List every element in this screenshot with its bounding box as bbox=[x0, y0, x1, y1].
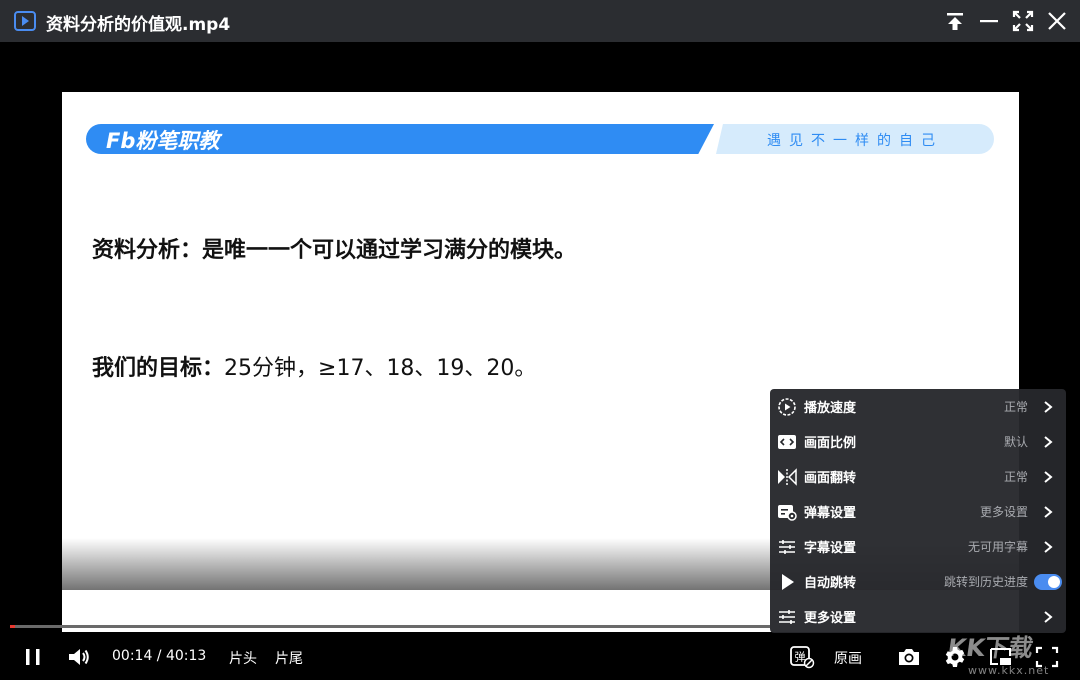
current-time: 00:14 bbox=[112, 648, 153, 664]
menu-value: 跳转到历史进度 bbox=[943, 575, 1028, 589]
more-settings-icon bbox=[779, 609, 795, 624]
danmaku-off-icon: 弹 bbox=[790, 646, 815, 669]
menu-value: 更多设置 bbox=[979, 505, 1028, 519]
menu-item-aspect-ratio[interactable]: 画面比例 默认 bbox=[770, 424, 1066, 459]
menu-item-flip[interactable]: 画面翻转 正常 bbox=[770, 459, 1066, 494]
menu-item-auto-jump[interactable]: 自动跳转 跳转到历史进度 bbox=[770, 564, 1066, 599]
quality-button[interactable]: 原画 bbox=[834, 648, 862, 668]
slide-text-line2: 我们的目标：25分钟，≥17、18、19、20。 bbox=[92, 350, 536, 382]
close-button[interactable] bbox=[1044, 8, 1070, 34]
goal-label: 我们的目标： bbox=[92, 356, 225, 381]
skip-outro-button[interactable]: 片尾 bbox=[275, 648, 303, 668]
menu-value: 正常 bbox=[1003, 470, 1028, 484]
duration: 40:13 bbox=[165, 648, 207, 664]
menu-label: 字幕设置 bbox=[804, 541, 857, 556]
settings-menu: 播放速度 正常 画面比例 默认 画面翻转 正常 弹幕设置 更多设置 字幕设置 无… bbox=[770, 389, 1066, 633]
pause-button[interactable] bbox=[22, 646, 44, 668]
menu-label: 自动跳转 bbox=[804, 576, 857, 591]
danmaku-settings-icon bbox=[778, 504, 797, 521]
progress-bar[interactable] bbox=[10, 625, 770, 628]
chevron-right-icon bbox=[1044, 435, 1053, 448]
title-bar: 资料分析的价值观.mp4 bbox=[0, 0, 1080, 42]
menu-item-subtitle-settings[interactable]: 字幕设置 无可用字幕 bbox=[770, 529, 1066, 564]
flip-icon bbox=[778, 467, 797, 486]
danmaku-glyph: 弹 bbox=[795, 650, 806, 664]
time-separator: / bbox=[152, 648, 166, 664]
pin-top-button[interactable] bbox=[942, 8, 968, 34]
chevron-right-icon bbox=[1044, 540, 1053, 553]
menu-value: 无可用字幕 bbox=[967, 540, 1028, 554]
time-display: 00:14 / 40:13 bbox=[112, 648, 206, 664]
chevron-right-icon bbox=[1044, 610, 1053, 623]
watermark-logo: KK下载 bbox=[945, 634, 1035, 662]
slogan-text: 遇见不一样的自己 bbox=[767, 133, 943, 149]
progress-played bbox=[10, 625, 15, 628]
brand-logo: Fb粉笔职教 bbox=[106, 129, 220, 153]
auto-jump-toggle[interactable] bbox=[1034, 573, 1062, 590]
menu-item-playback-speed[interactable]: 播放速度 正常 bbox=[770, 389, 1066, 424]
danmaku-toggle-button[interactable]: 弹 bbox=[789, 645, 815, 669]
chevron-right-icon bbox=[1044, 470, 1053, 483]
watermark-url: www.kkx.net bbox=[968, 664, 1050, 677]
volume-icon bbox=[69, 649, 89, 665]
chevron-right-icon bbox=[1044, 400, 1053, 413]
video-file-icon bbox=[14, 11, 36, 31]
menu-value: 默认 bbox=[1003, 435, 1028, 449]
close-icon bbox=[1048, 12, 1066, 30]
menu-label: 弹幕设置 bbox=[804, 506, 857, 521]
auto-jump-icon bbox=[782, 573, 794, 590]
minimize-button[interactable] bbox=[976, 8, 1002, 34]
fullscreen-window-button[interactable] bbox=[1010, 8, 1036, 34]
slide-text-line1: 资料分析：是唯一一个可以通过学习满分的模块。 bbox=[92, 238, 577, 263]
pause-icon bbox=[26, 649, 40, 665]
minimize-icon bbox=[980, 20, 998, 23]
pin-top-icon bbox=[947, 13, 963, 30]
skip-intro-button[interactable]: 片头 bbox=[229, 648, 257, 668]
goal-text: 25分钟，≥17、18、19、20。 bbox=[224, 356, 537, 381]
chevron-right-icon bbox=[1044, 505, 1053, 518]
menu-item-danmaku-settings[interactable]: 弹幕设置 更多设置 bbox=[770, 494, 1066, 529]
subtitle-settings-icon bbox=[779, 539, 795, 554]
expand-arrows-icon bbox=[1012, 10, 1034, 32]
camera-icon bbox=[899, 649, 919, 665]
menu-label: 画面翻转 bbox=[804, 471, 857, 486]
screenshot-button[interactable] bbox=[896, 645, 922, 669]
menu-label: 更多设置 bbox=[804, 611, 857, 626]
menu-value: 正常 bbox=[1003, 400, 1028, 414]
aspect-ratio-icon bbox=[778, 434, 796, 449]
menu-label: 画面比例 bbox=[804, 436, 857, 451]
menu-label: 播放速度 bbox=[804, 401, 857, 416]
play-speed-icon bbox=[778, 397, 796, 416]
window-title: 资料分析的价值观.mp4 bbox=[46, 15, 231, 35]
volume-button[interactable] bbox=[67, 646, 91, 668]
